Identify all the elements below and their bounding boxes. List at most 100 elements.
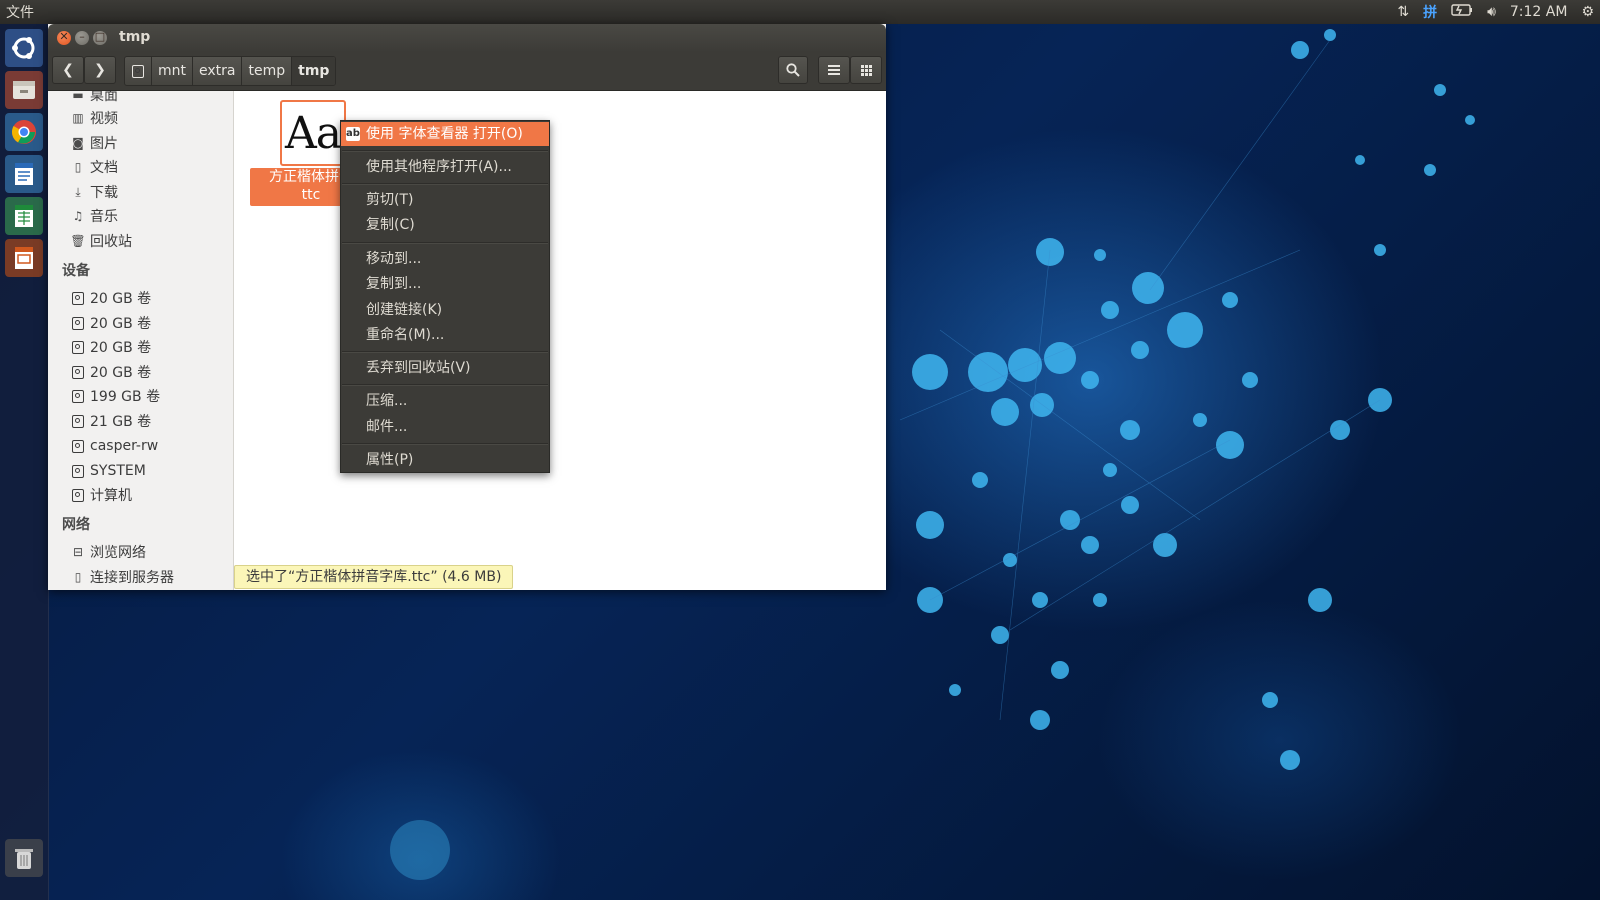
sidebar-item-label: 199 GB 卷: [90, 389, 161, 405]
drive-icon: [72, 340, 84, 354]
sidebar-item-system[interactable]: SYSTEM: [70, 461, 146, 481]
sidebar-item-volume[interactable]: 20 GB 卷: [70, 313, 151, 333]
menu-separator: [342, 150, 548, 152]
close-button[interactable]: ✕: [57, 30, 71, 45]
breadcrumb-tmp[interactable]: tmp: [292, 57, 336, 85]
menu-separator: [342, 384, 548, 386]
drive-icon: [72, 389, 84, 403]
sidebar-item-casper-rw[interactable]: casper-rw: [70, 436, 158, 456]
sidebar-item-desktop[interactable]: ▬ 桌面: [70, 91, 118, 105]
font-preview-text: Aa: [284, 107, 342, 159]
close-icon: ✕: [59, 30, 69, 43]
battery-icon[interactable]: [1451, 4, 1473, 20]
sidebar-item-connect-server[interactable]: ▯ 连接到服务器: [70, 567, 174, 587]
breadcrumb-root-drive[interactable]: [125, 57, 152, 85]
grid-view-button[interactable]: [850, 56, 882, 84]
menu-item-compress[interactable]: 压缩...: [341, 389, 549, 413]
sidebar-item-volume[interactable]: 20 GB 卷: [70, 288, 151, 308]
breadcrumb-extra[interactable]: extra: [193, 57, 243, 85]
menu-item-move-to-trash[interactable]: 丢弃到回收站(V): [341, 356, 549, 380]
impress-icon[interactable]: [5, 239, 43, 277]
calc-icon[interactable]: [5, 197, 43, 235]
sidebar-item-computer[interactable]: 计算机: [70, 485, 132, 505]
clock[interactable]: 7:12 AM: [1510, 4, 1568, 20]
drive-icon: [72, 439, 84, 453]
sidebar-item-label: 20 GB 卷: [90, 316, 152, 332]
breadcrumb-temp[interactable]: temp: [242, 57, 293, 85]
drive-icon: [72, 316, 84, 330]
menu-item-open-with-other[interactable]: 使用其他程序打开(A)...: [341, 155, 549, 179]
menu-item-move-to[interactable]: 移动到...: [341, 247, 549, 271]
menu-item-copy[interactable]: 复制(C): [341, 213, 549, 237]
indicator-area: ⇅ 拼 🔊︎ 7:12 AM ⚙: [1397, 0, 1594, 24]
gear-icon[interactable]: ⚙: [1581, 4, 1594, 20]
menu-item-open-with-font-viewer[interactable]: ab 使用 字体查看器 打开(O): [341, 122, 549, 146]
search-button[interactable]: [778, 56, 808, 84]
minimize-icon: –: [79, 30, 85, 43]
drive-icon: [72, 291, 84, 305]
breadcrumb: mnt extra temp tmp: [124, 56, 337, 86]
list-view-button[interactable]: [818, 56, 850, 84]
sidebar-item-browse-network[interactable]: ⊟ 浏览网络: [70, 542, 146, 562]
network-updown-icon[interactable]: ⇅: [1397, 4, 1409, 20]
sidebar-item-videos[interactable]: ▥ 视频: [70, 108, 118, 128]
volume-icon[interactable]: 🔊︎: [1487, 4, 1496, 20]
menu-separator: [342, 443, 548, 445]
trash-icon: 🗑︎: [70, 234, 86, 248]
writer-icon[interactable]: [5, 155, 43, 193]
chevron-left-icon: ❮: [62, 62, 74, 78]
sidebar-item-label: 计算机: [90, 488, 132, 504]
sidebar-item-volume[interactable]: 20 GB 卷: [70, 337, 151, 357]
sidebar-heading-devices: 设备: [62, 263, 90, 279]
sidebar-item-label: 20 GB 卷: [90, 365, 152, 381]
ubuntu-logo-icon[interactable]: [5, 29, 43, 67]
sidebar-item-label: casper-rw: [90, 438, 159, 454]
drive-icon: [72, 365, 84, 379]
menu-item-rename[interactable]: 重命名(M)...: [341, 323, 549, 347]
sidebar-item-label: 图片: [90, 136, 118, 152]
drive-icon: [72, 414, 84, 428]
network-icon: ⊟: [72, 545, 84, 559]
sidebar-item-downloads[interactable]: ⤓ 下载: [70, 182, 118, 202]
trash-icon[interactable]: [5, 839, 43, 877]
toolbar: ❮ ❯ mnt extra temp tmp: [48, 52, 886, 91]
desktop-icon: ▬: [72, 91, 84, 102]
input-method-indicator[interactable]: 拼: [1423, 2, 1437, 22]
context-menu: ab 使用 字体查看器 打开(O) 使用其他程序打开(A)... 剪切(T) 复…: [340, 120, 550, 473]
menu-item-make-link[interactable]: 创建链接(K): [341, 298, 549, 322]
titlebar[interactable]: ✕ – □ tmp: [48, 24, 886, 52]
maximize-button[interactable]: □: [93, 30, 107, 45]
sidebar-item-volume[interactable]: 21 GB 卷: [70, 411, 151, 431]
app-menu-file[interactable]: 文件: [0, 2, 34, 22]
breadcrumb-mnt[interactable]: mnt: [152, 57, 193, 85]
menu-item-copy-to[interactable]: 复制到...: [341, 272, 549, 296]
sidebar-item-volume[interactable]: 20 GB 卷: [70, 362, 151, 382]
files-icon[interactable]: [5, 71, 43, 109]
camera-icon: ◙: [72, 136, 84, 150]
grid-view-icon: [860, 64, 872, 76]
sidebar-item-volume[interactable]: 199 GB 卷: [70, 386, 160, 406]
drive-icon: [72, 464, 84, 478]
drive-icon: [72, 488, 84, 502]
file-view[interactable]: Aa 方正楷体拼音 ttc 选中了“方正楷体拼音字库.ttc” (4.6 MB): [234, 91, 886, 590]
menu-item-properties[interactable]: 属性(P): [341, 448, 549, 472]
launcher: [0, 24, 49, 900]
sidebar-item-label: 视频: [90, 111, 118, 127]
sidebar-item-label: 连接到服务器: [90, 570, 174, 586]
document-icon: ▯: [74, 160, 82, 174]
menu-item-cut[interactable]: 剪切(T): [341, 188, 549, 212]
list-view-icon: [828, 65, 840, 75]
sidebar-item-pictures[interactable]: ◙ 图片: [70, 133, 118, 153]
menu-item-email[interactable]: 邮件...: [341, 415, 549, 439]
sidebar-item-label: SYSTEM: [90, 463, 146, 479]
minimize-button[interactable]: –: [75, 30, 89, 45]
sidebar-item-label: 浏览网络: [90, 545, 146, 561]
maximize-icon: □: [94, 30, 106, 43]
back-button[interactable]: ❮: [52, 56, 84, 84]
chrome-icon[interactable]: [5, 113, 43, 151]
font-file-thumbnail[interactable]: Aa: [280, 100, 346, 166]
sidebar-item-documents[interactable]: ▯ 文档: [70, 157, 118, 177]
sidebar-item-trash[interactable]: 🗑︎ 回收站: [70, 231, 132, 251]
sidebar-item-music[interactable]: ♫ 音乐: [70, 206, 118, 226]
forward-button[interactable]: ❯: [84, 56, 116, 84]
